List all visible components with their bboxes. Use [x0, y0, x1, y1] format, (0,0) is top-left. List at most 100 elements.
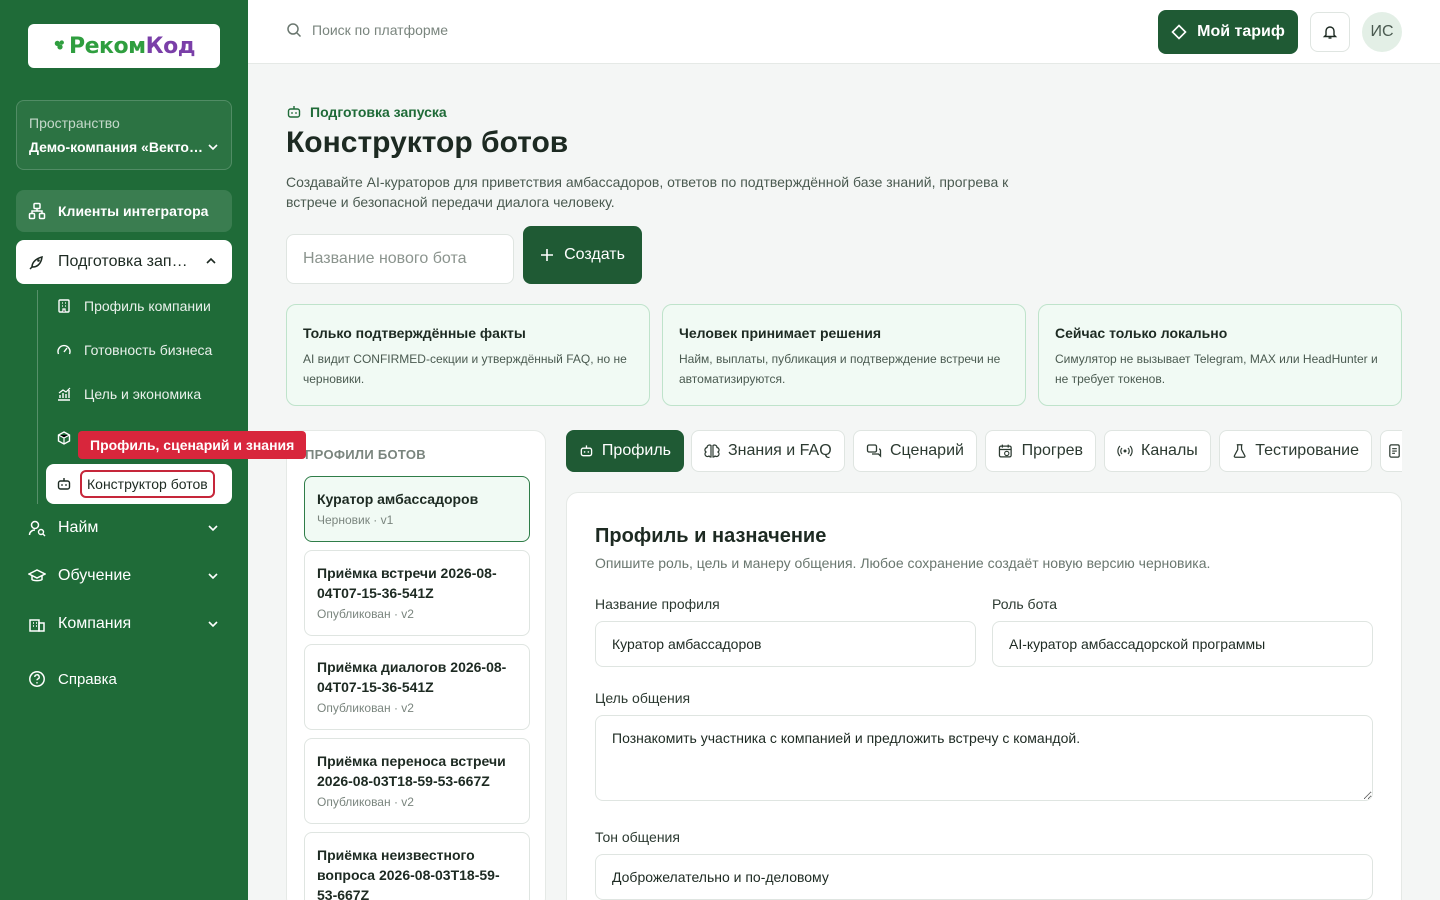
chevron-down-icon	[208, 573, 218, 580]
tab-testing[interactable]: Тестирование	[1219, 430, 1372, 472]
my-plan-button[interactable]: Мой тариф	[1158, 10, 1298, 54]
chat-icon	[866, 444, 882, 458]
sidebar-item-readiness[interactable]: Готовность бизнеса	[56, 342, 212, 358]
info-card-title: Сейчас только локально	[1055, 325, 1228, 341]
flask-icon	[1233, 444, 1246, 458]
profile-card[interactable]: Приёмка диалогов 2026-08-04T07-15-36-541…	[304, 644, 530, 730]
profile-name-input[interactable]	[595, 621, 976, 667]
create-bot-button[interactable]: Создать	[523, 226, 642, 284]
gauge-icon	[57, 344, 71, 355]
tone-input[interactable]	[595, 854, 1373, 900]
tone-label: Тон общения	[595, 829, 680, 845]
tab-channels[interactable]: Каналы	[1104, 430, 1211, 472]
sidebar: РекомКод Пространство Демо-компания «Век…	[0, 0, 307, 900]
sidebar-item-label: Профиль компании	[84, 298, 211, 314]
profile-name: Приёмка встречи 2026-08-04T07-15-36-541Z	[317, 565, 497, 601]
workspace-label: Пространство	[29, 115, 120, 131]
info-card-text: Найм, выплаты, публикация и подтверждени…	[679, 352, 1001, 386]
nav-training[interactable]: Обучение	[28, 567, 220, 585]
tab-more[interactable]	[1380, 430, 1402, 472]
sidebar-item-knowledge[interactable]	[56, 430, 72, 446]
nav-hiring[interactable]: Найм	[28, 519, 220, 537]
profile-card[interactable]: Приёмка неизвестного вопроса 2026-08-03T…	[304, 832, 530, 900]
tab-warmup[interactable]: Прогрев	[985, 430, 1096, 472]
nav-launch-prep[interactable]: Подготовка запуска	[16, 240, 232, 284]
bot-role-input[interactable]	[992, 621, 1373, 667]
nav-integrator-clients[interactable]: Клиенты интегратора	[16, 190, 232, 232]
info-card-title: Человек принимает решения	[679, 325, 881, 341]
bot-profiles-panel: ПРОФИЛИ БОТОВ Куратор амбассадоров Черно…	[286, 430, 546, 900]
profile-status: Опубликован · v2	[317, 701, 414, 715]
logo[interactable]: РекомКод	[28, 24, 220, 68]
search-bar[interactable]: Поиск по платформе	[286, 22, 448, 38]
bot-icon	[287, 106, 301, 118]
new-bot-name-input[interactable]	[286, 234, 514, 284]
page-title: Конструктор ботов	[286, 126, 569, 159]
bot-icon	[57, 478, 71, 490]
rocket-icon	[29, 256, 43, 270]
nav-launch-prep-label: Подготовка запуска	[58, 253, 188, 270]
create-label: Создать	[564, 246, 625, 263]
broadcast-icon	[1117, 445, 1133, 457]
profile-card[interactable]: Приёмка переноса встречи 2026-08-03T18-5…	[304, 738, 530, 824]
tab-scenario[interactable]: Сценарий	[853, 430, 977, 472]
nav-label: Справка	[58, 670, 117, 688]
nav-company[interactable]: Компания	[28, 615, 220, 633]
diamond-icon	[1171, 24, 1187, 40]
sidebar-item-label: Конструктор ботов	[80, 470, 215, 498]
sidebar-item-company-profile[interactable]: Профиль компании	[56, 298, 211, 314]
sidebar-item-goal-economy[interactable]: Цель и экономика	[56, 386, 201, 402]
sidebar-item-bot-builder[interactable]: Конструктор ботов	[46, 464, 232, 504]
chevron-down-icon	[208, 621, 218, 628]
profile-name: Куратор амбассадоров	[317, 491, 479, 507]
workspace-selector[interactable]: Пространство Демо-компания «Вектор»	[16, 100, 232, 170]
help-circle-icon	[29, 671, 45, 687]
bell-icon	[1322, 26, 1338, 39]
sidebar-item-label: Цель и экономика	[84, 386, 202, 402]
graduation-cap-icon	[28, 569, 46, 582]
bot-role-label: Роль бота	[992, 596, 1058, 612]
profile-name: Приёмка переноса встречи 2026-08-03T18-5…	[317, 753, 506, 789]
submenu-line	[37, 290, 38, 504]
document-icon	[1389, 444, 1400, 458]
profile-card[interactable]: Приёмка встречи 2026-08-04T07-15-36-541Z…	[304, 550, 530, 636]
tab-label: Тестирование	[1255, 442, 1359, 459]
search-input[interactable]: Поиск по платформе	[312, 22, 448, 38]
nav-integrator-label: Клиенты интегратора	[58, 203, 209, 219]
profile-name-label: Название профиля	[595, 596, 720, 612]
office-icon	[29, 619, 45, 632]
chevron-down-icon	[208, 144, 218, 151]
info-card-local: Сейчас только локально Симулятор не вызы…	[1038, 304, 1402, 406]
user-avatar[interactable]: ИС	[1362, 12, 1402, 52]
tab-label: Знания и FAQ	[728, 442, 832, 459]
nav-label: Найм	[58, 519, 99, 536]
nav-label: Компания	[58, 615, 132, 632]
sidebar-item-label: Готовность бизнеса	[84, 342, 213, 358]
tab-profile[interactable]: Профиль	[566, 430, 684, 472]
profile-form: Профиль и назначение Опишите роль, цель …	[566, 492, 1402, 900]
plus-icon	[541, 249, 554, 261]
breadcrumb: Подготовка запуска	[286, 104, 447, 120]
my-plan-label: Мой тариф	[1197, 23, 1285, 40]
info-card-text: Симулятор не вызывает Telegram, MAX или …	[1055, 352, 1378, 386]
chart-icon	[58, 387, 71, 401]
calendar-clock-icon	[998, 444, 1012, 458]
tab-knowledge[interactable]: Знания и FAQ	[691, 430, 845, 472]
building-icon	[58, 299, 70, 313]
profile-name: Приёмка неизвестного вопроса 2026-08-03T…	[317, 847, 500, 900]
goal-textarea[interactable]: Познакомить участника с компанией и пред…	[595, 715, 1373, 801]
goal-label: Цель общения	[595, 690, 691, 706]
user-search-icon	[28, 520, 46, 537]
leaf-icon	[54, 40, 64, 50]
info-card-title: Только подтверждённые факты	[303, 325, 526, 341]
topbar: Поиск по платформе Мой тариф ИС	[248, 0, 1440, 64]
info-card-text: AI видит CONFIRMED-секции и утверждённый…	[303, 352, 627, 386]
breadcrumb-label: Подготовка запуска	[310, 104, 447, 120]
profile-card[interactable]: Куратор амбассадоров Черновик · v1	[304, 476, 530, 542]
notifications-button[interactable]	[1310, 12, 1350, 52]
tab-label: Прогрев	[1021, 442, 1083, 459]
logo-text: РекомКод	[69, 33, 195, 59]
nav-help[interactable]: Справка	[28, 670, 220, 688]
profiles-heading: ПРОФИЛИ БОТОВ	[305, 447, 426, 462]
info-card-human: Человек принимает решения Найм, выплаты,…	[662, 304, 1026, 406]
